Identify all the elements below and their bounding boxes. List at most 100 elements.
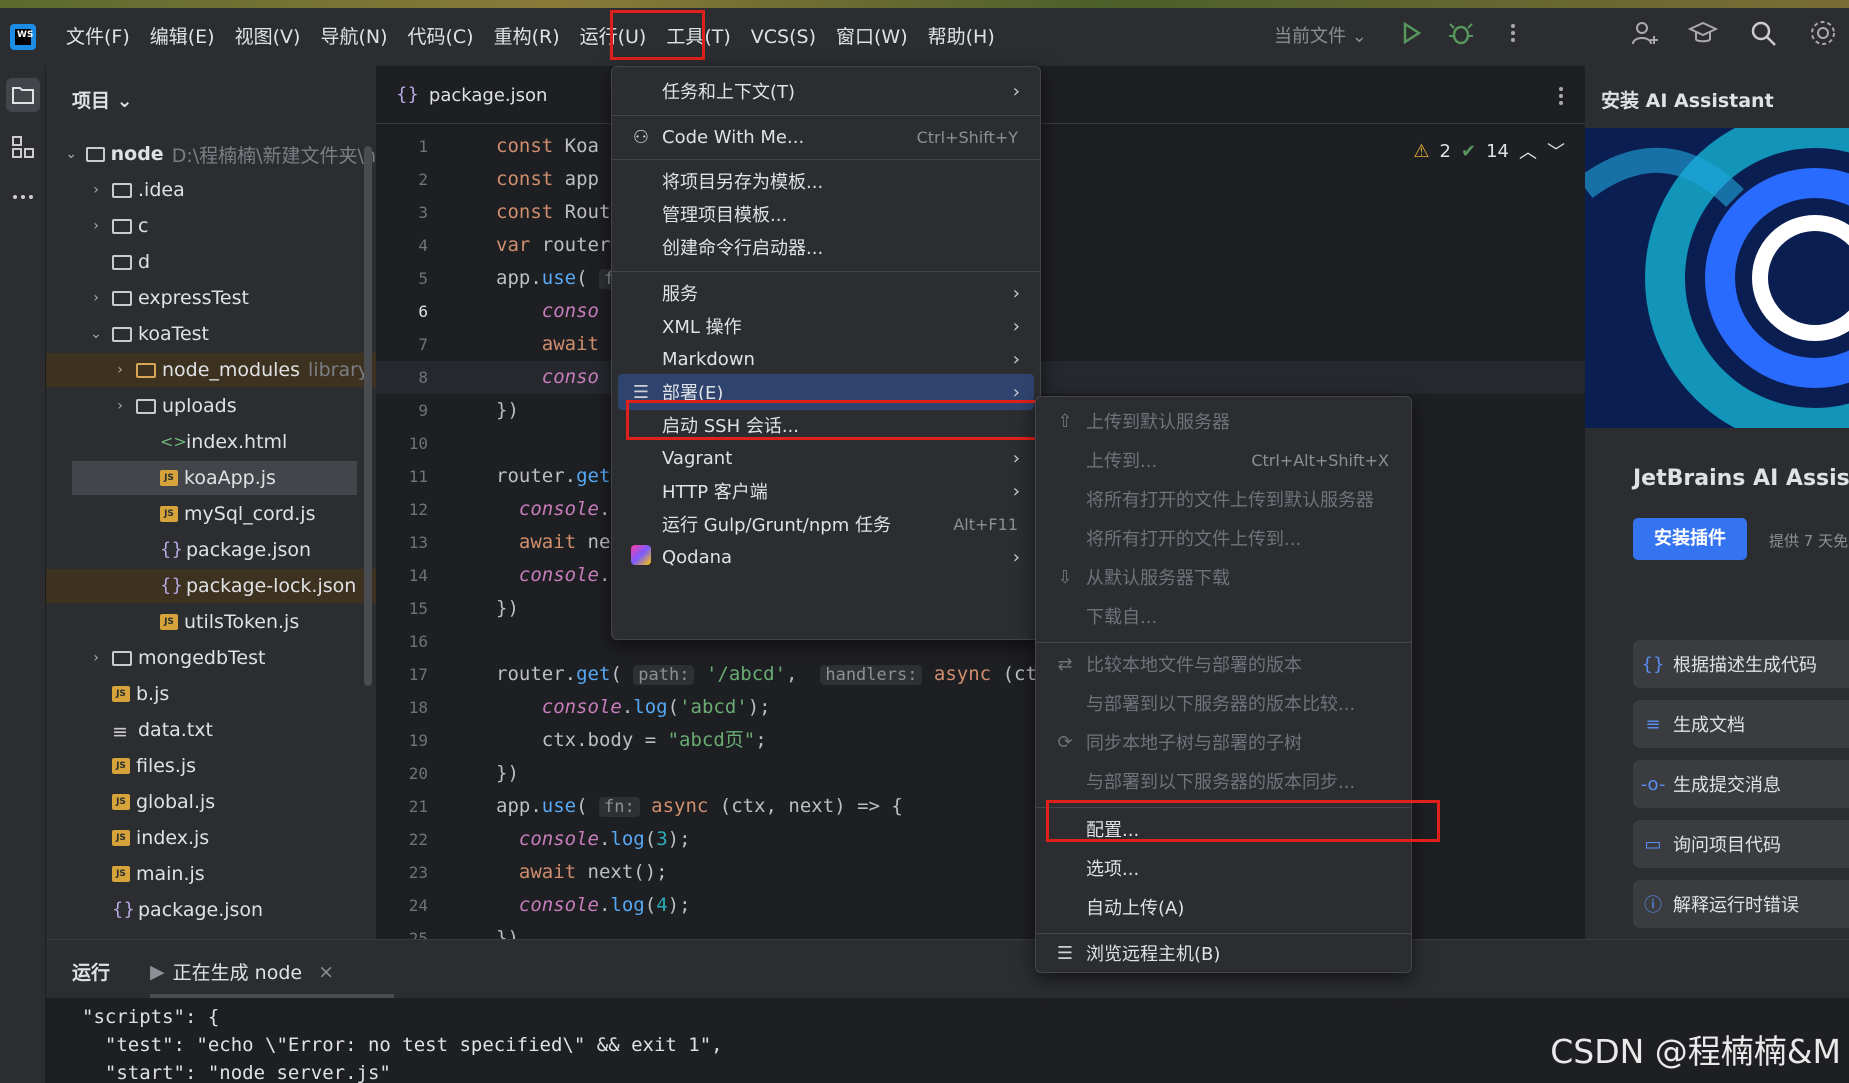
tree-item-mongedbtest[interactable]: › mongedbTest — [46, 641, 376, 675]
menu-item-http-client[interactable]: HTTP 客户端 › — [618, 473, 1034, 509]
tree-item-package-json-root[interactable]: {} package.json — [46, 893, 376, 927]
menu-label: 上传到默认服务器 — [1086, 412, 1230, 433]
menu-navigate[interactable]: 导航(N) — [310, 17, 397, 57]
chevron-right-icon[interactable]: › — [112, 398, 128, 414]
menu-item-download-default[interactable]: ⇩ 从默认服务器下载 — [1042, 559, 1405, 595]
tree-item-node[interactable]: ⌄ node D:\程楠楠\新建文件夹\n — [46, 137, 376, 171]
menu-item-options[interactable]: 选项... — [1042, 850, 1405, 886]
menu-label: 创建命令行启动器... — [662, 238, 824, 259]
tree-item-koatest[interactable]: ⌄ koaTest — [46, 317, 376, 351]
menu-item-sync-subtree[interactable]: ⟳ 同步本地子树与部署的子树 — [1042, 724, 1405, 760]
run-tab-underline — [150, 994, 394, 998]
chevron-right-icon[interactable]: › — [112, 362, 128, 378]
menu-item-compare-local[interactable]: ⇄ 比较本地文件与部署的版本 — [1042, 646, 1405, 682]
tree-item-index-html[interactable]: <> index.html — [46, 425, 376, 459]
tab-more-icon[interactable] — [1551, 84, 1571, 108]
chevron-down-icon[interactable]: ﹀ — [1547, 138, 1565, 164]
run-tab[interactable]: ▶ 正在生成 node × — [150, 958, 334, 985]
tree-item-node-modules[interactable]: › node_modules library — [46, 353, 376, 387]
tree-item-files-js[interactable]: JS files.js — [46, 749, 376, 783]
tree-item-expresstest[interactable]: › expressTest — [46, 281, 376, 315]
menu-view[interactable]: 视图(V) — [225, 17, 311, 57]
chevron-right-icon[interactable]: › — [88, 182, 104, 198]
menu-item-compare-with[interactable]: 与部署到以下服务器的版本比较... — [1042, 685, 1405, 721]
tree-item-uploads[interactable]: › uploads — [46, 389, 376, 423]
chevron-right-icon[interactable]: › — [88, 650, 104, 666]
menu-item-services[interactable]: 服务 › — [618, 275, 1034, 311]
tree-item-mysql-cord-js[interactable]: JS mySql_cord.js — [46, 497, 376, 531]
menu-file[interactable]: 文件(F) — [56, 17, 140, 57]
debug-icon[interactable] — [1446, 18, 1476, 48]
tree-label: package.json — [186, 539, 312, 561]
menu-edit[interactable]: 编辑(E) — [140, 17, 225, 57]
search-icon[interactable] — [1748, 18, 1778, 48]
menu-help[interactable]: 帮助(H) — [918, 17, 1005, 57]
menu-item-markdown[interactable]: Markdown › — [618, 341, 1034, 377]
project-tool-button[interactable] — [6, 78, 40, 112]
project-panel-title[interactable]: 项目 ⌄ — [72, 86, 133, 113]
more-tools-button[interactable] — [6, 180, 40, 214]
menu-item-upload-default[interactable]: ⇧ 上传到默认服务器 — [1042, 403, 1405, 439]
run-icon[interactable] — [1396, 18, 1426, 48]
install-plugin-button[interactable]: 安装插件 — [1633, 518, 1747, 560]
menu-item-manage-templates[interactable]: 管理项目模板... — [618, 196, 1034, 232]
library-tag: library — [308, 359, 370, 381]
project-scrollbar[interactable] — [364, 146, 372, 686]
menu-item-create-launcher[interactable]: 创建命令行启动器... — [618, 229, 1034, 265]
desktop-wallpaper-strip — [0, 0, 1849, 8]
ask-project-button[interactable]: ▭ 询问项目代码 — [1633, 820, 1849, 868]
explain-error-button[interactable]: ⓘ 解释运行时错误 — [1633, 880, 1849, 928]
chevron-down-icon[interactable]: ⌄ — [88, 326, 104, 342]
menu-item-vagrant[interactable]: Vagrant › — [618, 440, 1034, 476]
menu-item-browse-remote[interactable]: ☰ 浏览远程主机(B) — [1042, 935, 1405, 971]
tree-item-utilstoken-js[interactable]: JS utilsToken.js — [46, 605, 376, 639]
menu-item-xml[interactable]: XML 操作 › — [618, 308, 1034, 344]
tree-item-c[interactable]: › c — [46, 209, 376, 243]
menu-item-upload-to[interactable]: 上传到... Ctrl+Alt+Shift+X — [1042, 442, 1405, 478]
menu-code[interactable]: 代码(C) — [397, 17, 483, 57]
menu-vcs[interactable]: VCS(S) — [741, 17, 826, 57]
menu-item-upload-all-default[interactable]: 将所有打开的文件上传到默认服务器 — [1042, 481, 1405, 517]
tree-item-d[interactable]: d — [46, 245, 376, 279]
menu-item-code-with-me[interactable]: ⚇ Code With Me... Ctrl+Shift+Y — [618, 119, 1034, 155]
tab-package-json[interactable]: {} package.json — [396, 78, 547, 112]
chevron-up-icon[interactable]: ︿ — [1519, 138, 1537, 164]
tree-item-data-txt[interactable]: ≡ data.txt — [46, 713, 376, 747]
run-config-selector[interactable]: 当前文件 ⌄ — [1274, 22, 1367, 48]
menu-item-gulp-grunt-npm[interactable]: 运行 Gulp/Grunt/npm 任务 Alt+F11 — [618, 506, 1034, 542]
param-hint: fn: — [598, 797, 640, 817]
menu-item-download-from[interactable]: 下载自... — [1042, 598, 1405, 634]
tree-item-index-js[interactable]: JS index.js — [46, 821, 376, 855]
menu-window[interactable]: 窗口(W) — [826, 17, 918, 57]
generate-code-button[interactable]: {} 根据描述生成代码 — [1633, 640, 1849, 688]
tree-item-main-js[interactable]: JS main.js — [46, 857, 376, 891]
text-file-icon: ≡ — [112, 721, 128, 743]
server-icon: ☰ — [1056, 942, 1074, 964]
tree-item-b-js[interactable]: JS b.js — [46, 677, 376, 711]
learn-icon[interactable] — [1688, 18, 1718, 48]
menu-item-qodana[interactable]: Qodana › — [618, 539, 1034, 575]
structure-tool-button[interactable] — [6, 130, 40, 164]
menu-refactor[interactable]: 重构(R) — [484, 17, 570, 57]
generate-docs-button[interactable]: ≡ 生成文档 — [1633, 700, 1849, 748]
add-user-icon[interactable] — [1630, 18, 1660, 48]
close-icon[interactable]: × — [318, 961, 334, 983]
chevron-right-icon[interactable]: › — [88, 218, 104, 234]
tree-item-idea[interactable]: › .idea — [46, 173, 376, 207]
menu-item-sync-with[interactable]: 与部署到以下服务器的版本同步... — [1042, 763, 1405, 799]
menu-item-tasks[interactable]: 任务和上下文(T) › — [618, 73, 1034, 109]
tree-item-global-js[interactable]: JS global.js — [46, 785, 376, 819]
settings-gear-icon[interactable] — [1808, 18, 1838, 48]
tree-label: files.js — [136, 755, 197, 777]
generate-commit-button[interactable]: -o- 生成提交消息 — [1633, 760, 1849, 808]
menu-item-auto-upload[interactable]: 自动上传(A) — [1042, 889, 1405, 925]
tree-item-package-json[interactable]: {} package.json — [46, 533, 376, 567]
menu-item-upload-all-to[interactable]: 将所有打开的文件上传到... — [1042, 520, 1405, 556]
menu-item-save-template[interactable]: 将项目另存为模板... — [618, 163, 1034, 199]
tree-item-koaapp-js[interactable]: JS koaApp.js — [72, 461, 357, 495]
more-options-icon[interactable] — [1498, 18, 1528, 48]
chevron-right-icon[interactable]: › — [88, 290, 104, 306]
inspection-widget[interactable]: ⚠ 2 ✔ 14 ︿ ﹀ — [1413, 138, 1565, 164]
tree-item-package-lock-json[interactable]: {} package-lock.json — [46, 569, 376, 603]
chevron-down-icon[interactable]: ⌄ — [64, 146, 78, 162]
